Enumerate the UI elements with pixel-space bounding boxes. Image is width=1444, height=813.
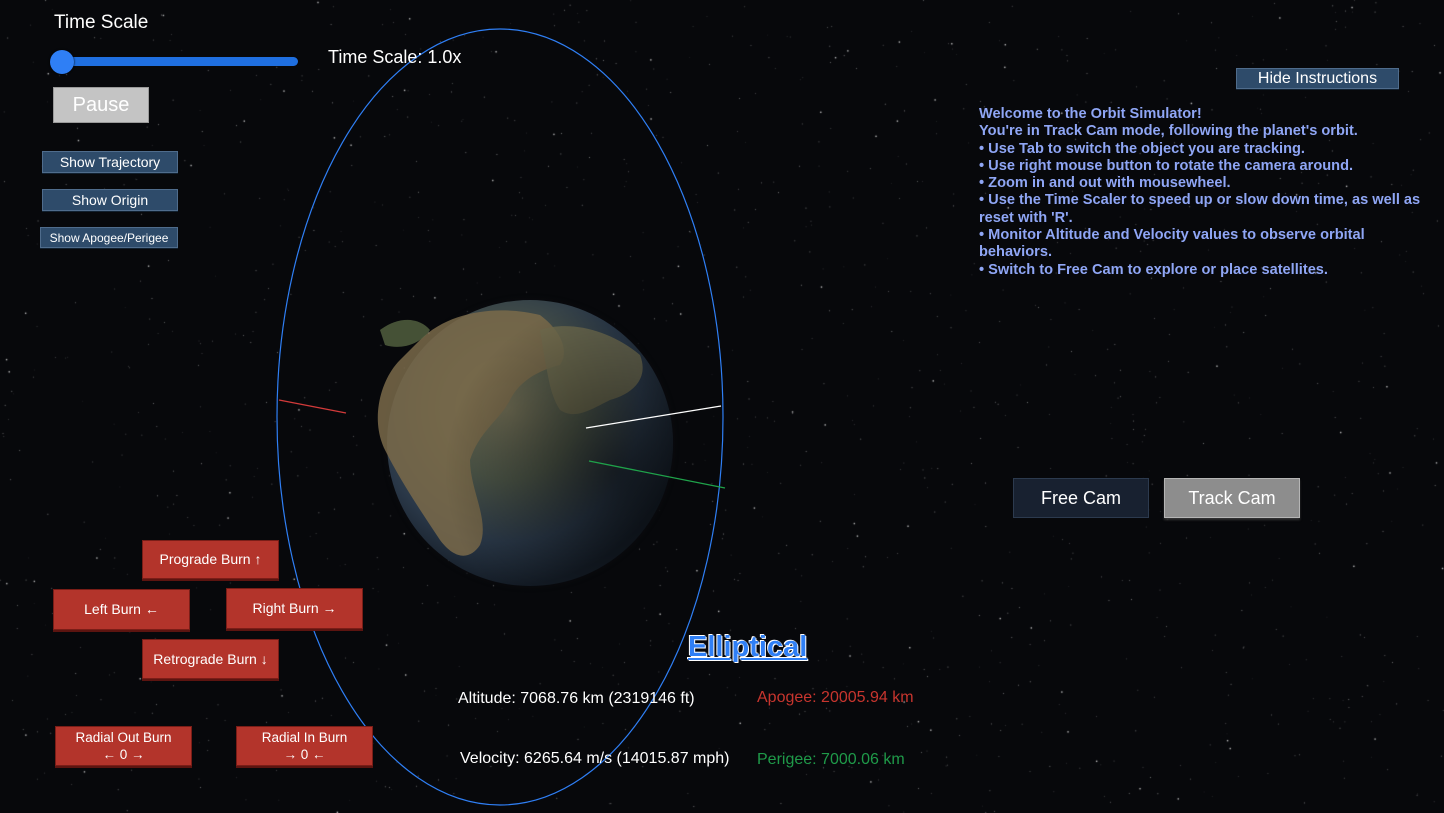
apogee-readout: Apogee: 20005.94 km xyxy=(757,689,914,706)
time-scale-slider[interactable] xyxy=(50,50,300,74)
retrograde-burn-label: Retrograde Burn ↓ xyxy=(153,650,268,667)
instructions-line: • Use Tab to switch the object you are t… xyxy=(979,140,1305,157)
velocity-readout: Velocity: 6265.64 m/s (14015.87 mph) xyxy=(460,750,730,767)
right-burn-button[interactable]: Right Burn → xyxy=(226,588,363,629)
prograde-burn-label: Prograde Burn ↑ xyxy=(159,551,262,567)
altitude-readout: Altitude: 7068.76 km (2319146 ft) xyxy=(458,690,695,707)
free-cam-button[interactable]: Free Cam xyxy=(1013,478,1149,518)
instructions-panel: Welcome to the Orbit Simulator! You're i… xyxy=(979,106,1429,279)
left-burn-button[interactable]: Left Burn ← xyxy=(53,589,190,630)
show-apogee-perigee-button[interactable]: Show Apogee/Perigee xyxy=(40,227,178,248)
instructions-line: • Switch to Free Cam to explore or place… xyxy=(979,261,1328,278)
radial-out-burn-glyph: ← 0 → xyxy=(102,747,145,762)
pause-button[interactable]: Pause xyxy=(53,87,149,123)
left-burn-label: Left Burn ← xyxy=(84,601,159,617)
instructions-line: You're in Track Cam mode, following the … xyxy=(979,123,1358,140)
radial-in-burn-button[interactable]: Radial In Burn → 0 ← xyxy=(236,726,373,766)
instructions-line: Welcome to the Orbit Simulator! xyxy=(979,106,1202,122)
instructions-line: • Use right mouse button to rotate the c… xyxy=(979,157,1354,174)
hide-instructions-button[interactable]: Hide Instructions xyxy=(1236,68,1399,89)
instructions-line: • Zoom in and out with mousewheel. xyxy=(979,175,1231,192)
orbit-type-label: Elliptical xyxy=(688,631,808,663)
radial-out-burn-label: Radial Out Burn xyxy=(75,730,172,745)
slider-track[interactable] xyxy=(58,57,298,66)
right-burn-label: Right Burn → xyxy=(252,600,337,616)
show-trajectory-button[interactable]: Show Trajectory xyxy=(42,151,178,173)
radial-in-burn-label: Radial In Burn xyxy=(261,730,348,745)
time-scale-title: Time Scale xyxy=(54,12,149,33)
radial-out-burn-button[interactable]: Radial Out Burn ← 0 → xyxy=(55,726,192,766)
show-origin-button[interactable]: Show Origin xyxy=(42,189,178,211)
perigee-readout: Perigee: 7000.06 km xyxy=(757,751,905,768)
slider-thumb[interactable] xyxy=(50,50,74,74)
prograde-burn-button[interactable]: Prograde Burn ↑ xyxy=(142,540,279,579)
instructions-line: • Use the Time Scaler to speed up or slo… xyxy=(979,192,1425,226)
axis-line-red xyxy=(278,399,347,414)
retrograde-burn-button[interactable]: Retrograde Burn ↓ xyxy=(142,639,279,679)
track-cam-button[interactable]: Track Cam xyxy=(1164,478,1300,518)
radial-in-burn-glyph: → 0 ← xyxy=(283,747,326,762)
instructions-line: • Monitor Altitude and Velocity values t… xyxy=(979,227,1369,261)
time-scale-readout: Time Scale: 1.0x xyxy=(328,47,462,67)
